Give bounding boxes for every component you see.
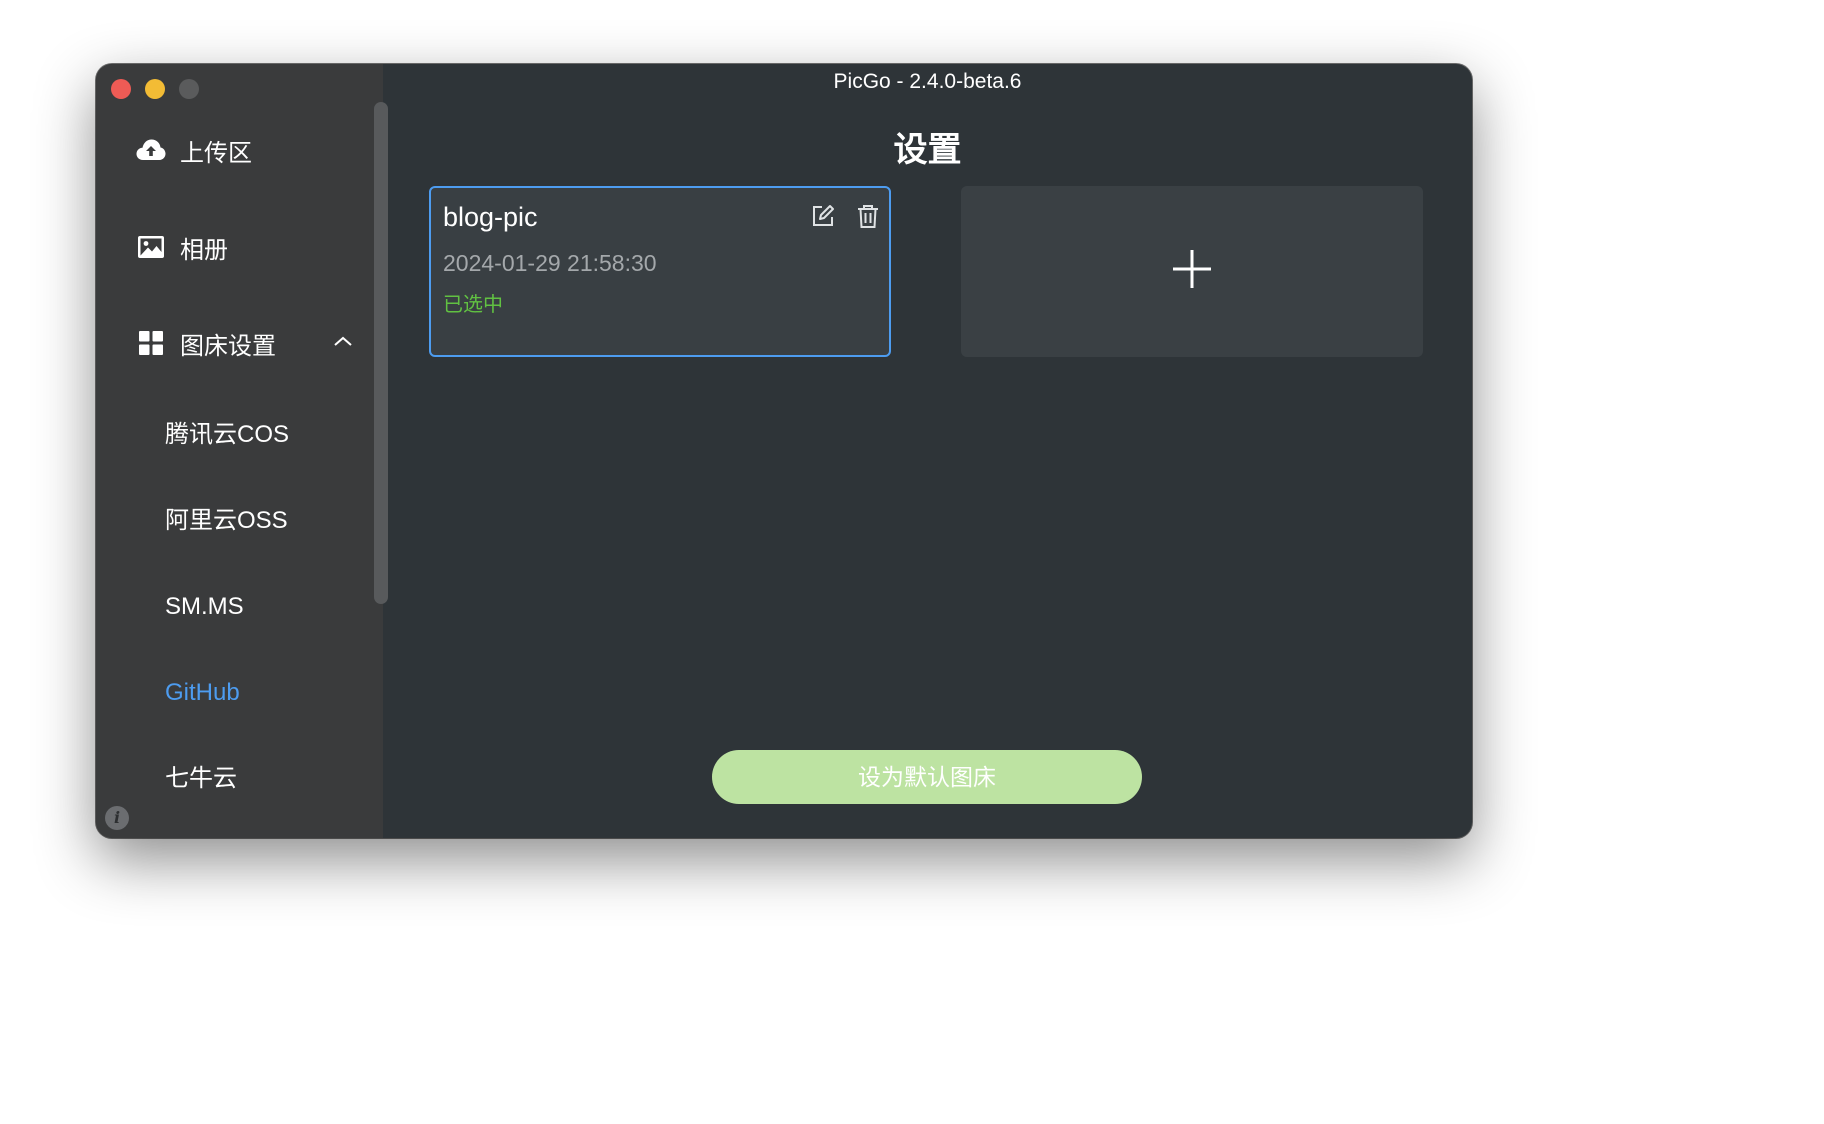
sidebar: 上传区 相册 图床设置 腾讯云COS 阿里云OSS SM.MS GitHub 七… bbox=[96, 64, 388, 838]
window-title: PicGo - 2.4.0-beta.6 bbox=[833, 70, 1022, 93]
app-window: 上传区 相册 图床设置 腾讯云COS 阿里云OSS SM.MS GitHub 七… bbox=[96, 64, 1472, 838]
sidebar-subitem-aliyun-oss[interactable]: 阿里云OSS bbox=[165, 503, 288, 539]
sidebar-subitem-github[interactable]: GitHub bbox=[165, 675, 240, 711]
sidebar-item-upload[interactable]: 上传区 bbox=[136, 130, 252, 170]
sidebar-item-label: 图床设置 bbox=[180, 332, 276, 360]
grid-icon bbox=[136, 328, 166, 358]
window-minimize-button[interactable] bbox=[145, 79, 165, 99]
config-name: blog-pic bbox=[443, 202, 538, 232]
image-icon bbox=[136, 232, 166, 262]
window-maximize-button[interactable] bbox=[179, 79, 199, 99]
edit-icon[interactable] bbox=[809, 202, 837, 230]
sidebar-scrollbar[interactable] bbox=[374, 102, 388, 604]
set-default-picbed-button[interactable]: 设为默认图床 bbox=[712, 750, 1142, 804]
delete-icon[interactable] bbox=[854, 202, 882, 230]
config-card[interactable]: blog-pic 2024-01-29 21:58:30 已选中 bbox=[429, 186, 891, 357]
info-icon[interactable]: i bbox=[105, 806, 129, 830]
sidebar-subitem-smms[interactable]: SM.MS bbox=[165, 589, 244, 625]
sidebar-item-label: 相册 bbox=[180, 236, 228, 264]
page-title: 设置 bbox=[893, 131, 962, 169]
config-time: 2024-01-29 21:58:30 bbox=[443, 250, 657, 276]
sidebar-subitem-qiniu[interactable]: 七牛云 bbox=[165, 761, 237, 797]
sidebar-item-picbed-settings[interactable]: 图床设置 bbox=[136, 323, 276, 363]
sidebar-item-label: 上传区 bbox=[180, 139, 252, 167]
window-close-button[interactable] bbox=[111, 79, 131, 99]
add-config-button[interactable] bbox=[961, 186, 1423, 357]
selected-status: 已选中 bbox=[443, 294, 503, 316]
plus-icon bbox=[1171, 248, 1213, 295]
cloud-upload-icon bbox=[136, 135, 166, 165]
chevron-up-icon[interactable] bbox=[332, 334, 354, 353]
sidebar-subitem-tencent-cos[interactable]: 腾讯云COS bbox=[165, 417, 289, 453]
sidebar-item-album[interactable]: 相册 bbox=[136, 227, 228, 267]
